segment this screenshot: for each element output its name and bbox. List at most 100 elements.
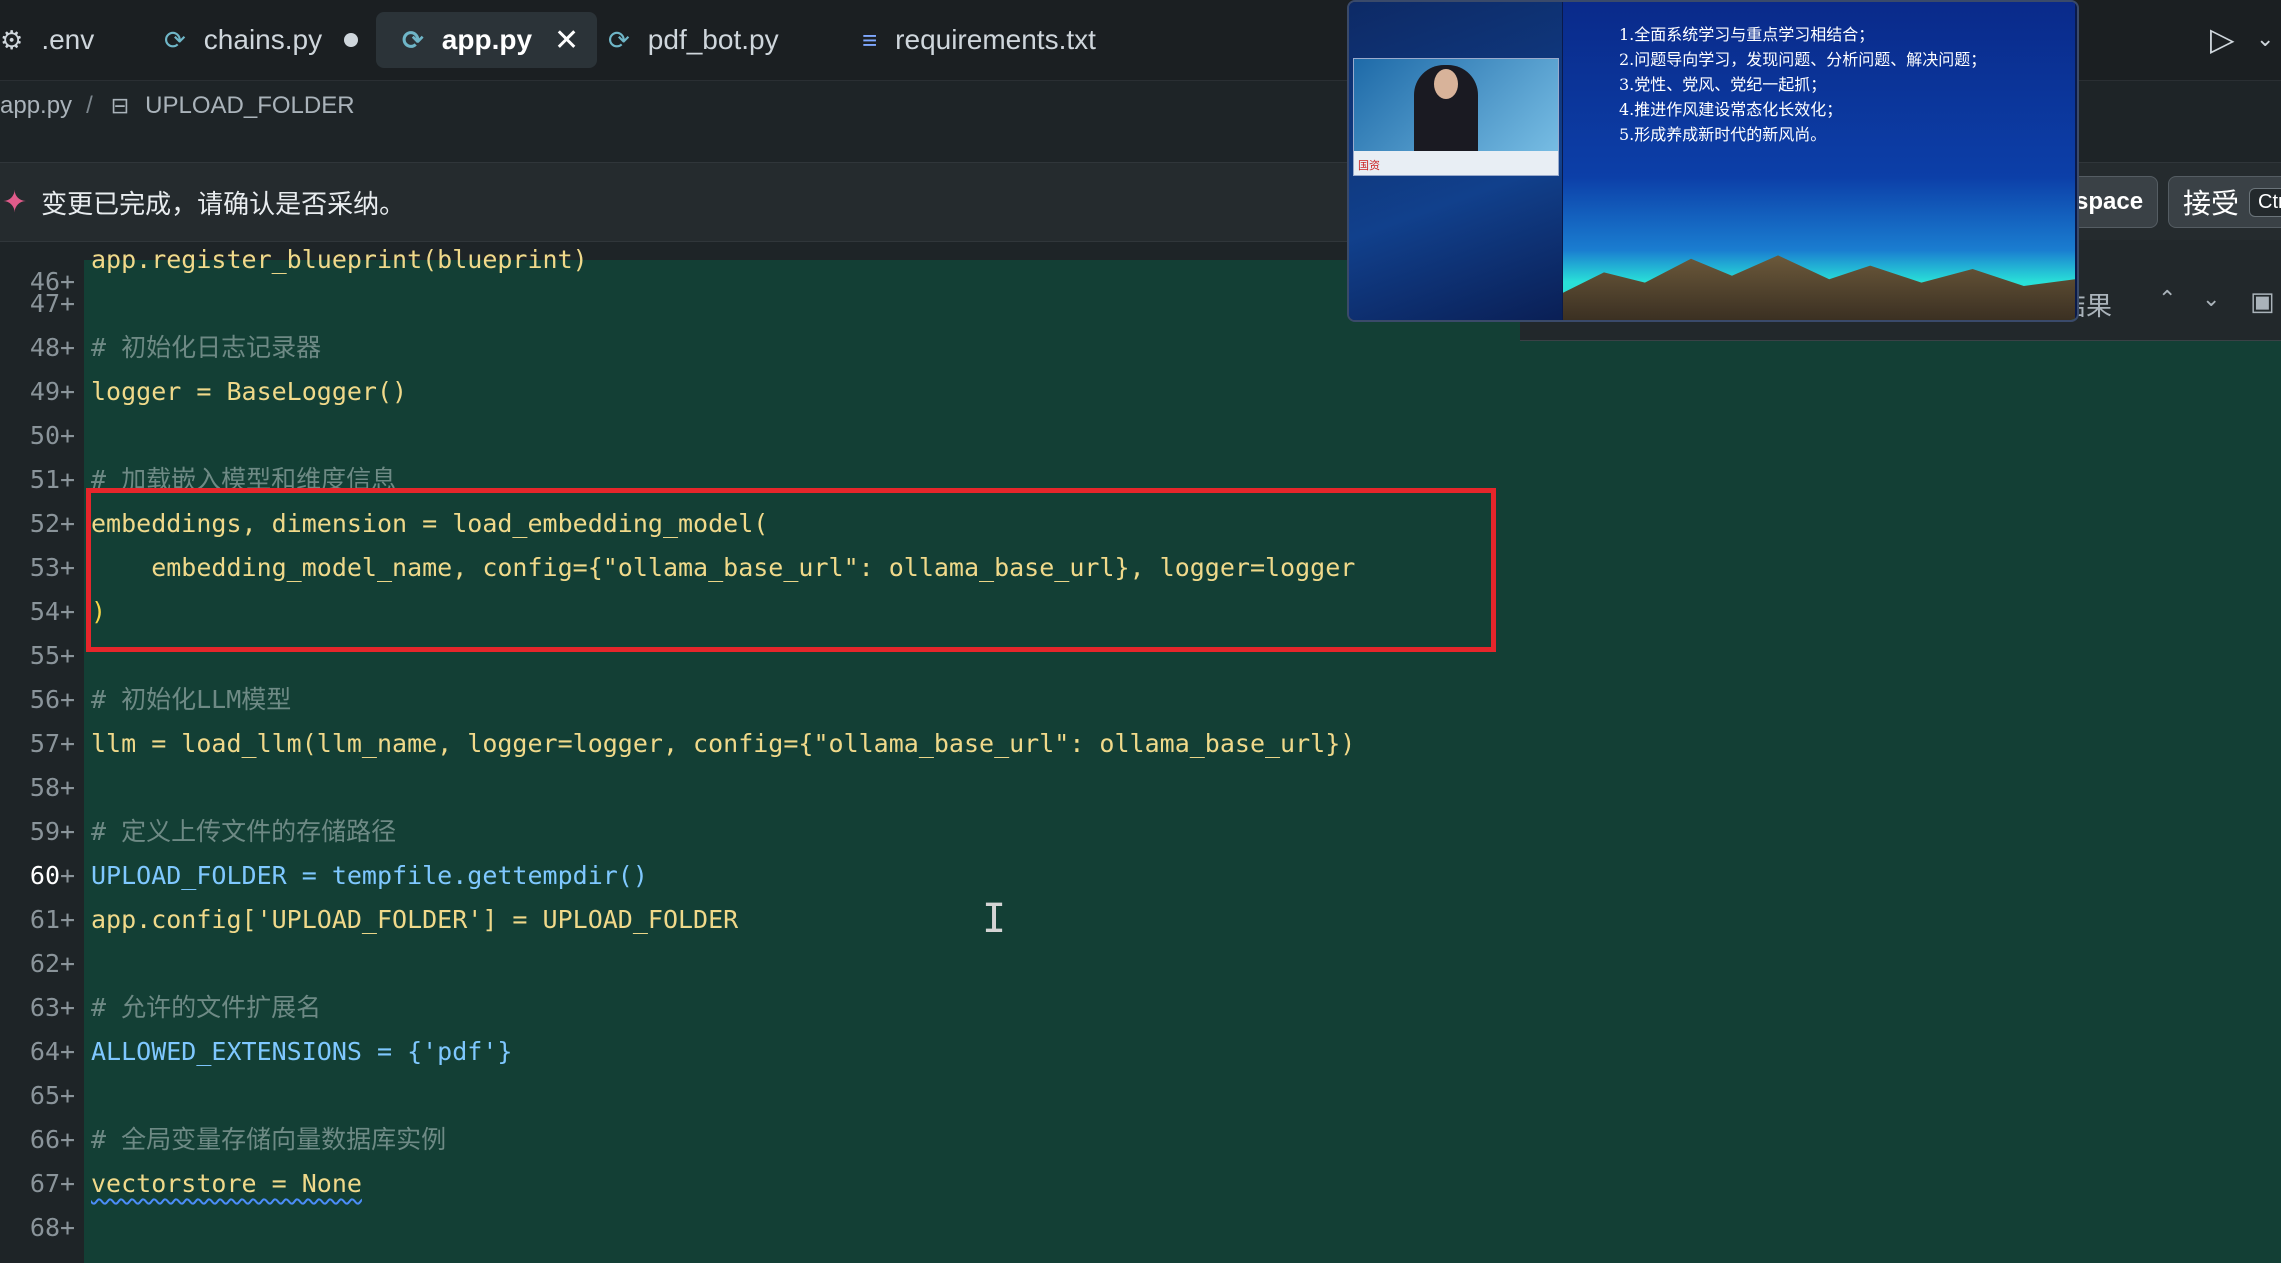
- speaker-thumbnail: 国资: [1353, 58, 1559, 176]
- code-line: 49 + logger = BaseLogger(): [0, 370, 2281, 414]
- tab-label: pdf_bot.py: [647, 24, 779, 55]
- code-text: llm = load_llm(llm_name, logger=logger, …: [91, 729, 1356, 758]
- line-number: 55: [29, 641, 60, 670]
- code-comment: # 全局变量存储向量数据库实例: [91, 1125, 447, 1154]
- line-number: 63: [29, 993, 60, 1022]
- line-number: 53: [29, 553, 60, 582]
- diff-marker: +: [60, 377, 76, 406]
- diff-marker: +: [60, 289, 76, 318]
- tab-env[interactable]: ⚙ .env: [0, 12, 94, 68]
- diff-marker: +: [60, 641, 76, 670]
- code-line-current: 60 + UPLOAD_FOLDER = tempfile.gettempdir…: [0, 854, 2281, 898]
- code-line: 63 + # 允许的文件扩展名: [0, 986, 2281, 1030]
- code-line: 59 + # 定义上传文件的存储路径: [0, 810, 2281, 854]
- accept-kbd: Ctr: [2249, 187, 2281, 217]
- line-number: 57: [29, 729, 60, 758]
- slide-line: 2.问题导向学习，发现问题、分析问题、解决问题；: [1619, 50, 1987, 69]
- close-icon[interactable]: ✕: [554, 23, 579, 58]
- code-text: app.config['UPLOAD_FOLDER'] = UPLOAD_FOL…: [91, 905, 739, 934]
- slide-line: 3.党性、党风、党纪一起抓；: [1619, 75, 1827, 94]
- chevron-up-icon[interactable]: ⌃: [2158, 286, 2176, 312]
- code-line: 58 +: [0, 766, 2281, 810]
- highlight-annotation-box: [86, 488, 1496, 652]
- tab-pdf-bot-py[interactable]: ⟳ pdf_bot.py: [608, 12, 779, 68]
- diff-marker: +: [60, 333, 76, 362]
- logo-badge: 国资: [1358, 160, 1380, 172]
- speaker-desk: [1354, 151, 1558, 175]
- python-icon: ⟳: [402, 24, 424, 55]
- line-number: 47: [29, 289, 60, 318]
- line-number: 58: [29, 773, 60, 802]
- line-number: 56: [29, 685, 60, 714]
- diff-marker: +: [60, 993, 76, 1022]
- line-number: 67: [29, 1169, 60, 1198]
- diff-marker: +: [60, 597, 76, 626]
- diff-marker: +: [60, 685, 76, 714]
- code-text: app.register_blueprint(blueprint): [91, 245, 588, 274]
- diff-marker: +: [60, 421, 76, 450]
- tab-requirements-txt[interactable]: ≡ requirements.txt: [862, 12, 1096, 68]
- code-line: 62 +: [0, 942, 2281, 986]
- code-line: 65 +: [0, 1074, 2281, 1118]
- chevron-down-icon[interactable]: ⌄: [2202, 286, 2220, 312]
- diff-marker: +: [60, 861, 76, 890]
- slide-line: 5.形成养成新时代的新风尚。: [1619, 125, 1827, 144]
- text-lines-icon: ≡: [862, 24, 878, 55]
- line-number: 49: [29, 377, 60, 406]
- breadcrumb-symbol[interactable]: UPLOAD_FOLDER: [145, 92, 354, 120]
- tab-chains-py[interactable]: ⟳ chains.py: [164, 12, 359, 68]
- code-line: 61 + app.config['UPLOAD_FOLDER'] = UPLOA…: [0, 898, 2281, 942]
- diff-marker: +: [60, 465, 76, 494]
- breadcrumb-file[interactable]: app.py: [0, 92, 72, 120]
- code-line: 50 +: [0, 414, 2281, 458]
- line-number: 51: [29, 465, 60, 494]
- gear-icon: ⚙: [0, 24, 24, 55]
- diff-marker: +: [60, 1037, 76, 1066]
- chevron-down-icon[interactable]: ⌄: [2256, 26, 2274, 52]
- diff-marker: +: [60, 1081, 76, 1110]
- diff-marker: +: [60, 1125, 76, 1154]
- unsaved-dot-icon: [344, 33, 359, 47]
- diff-marker: +: [60, 1169, 76, 1198]
- symbol-icon: ⊟: [110, 93, 130, 118]
- diff-marker: +: [60, 949, 76, 978]
- line-number: 59: [29, 817, 60, 846]
- tab-label: app.py: [441, 24, 533, 55]
- text-cursor-icon: I: [982, 896, 1007, 942]
- code-text: logger = BaseLogger(): [91, 377, 408, 406]
- sparkle-icon: ✦: [2, 185, 28, 219]
- diff-marker: +: [60, 817, 76, 846]
- accept-label: 接受: [2183, 188, 2240, 219]
- code-comment: # 允许的文件扩展名: [91, 993, 322, 1022]
- tab-app-py[interactable]: ⟳ app.py ✕: [376, 12, 598, 68]
- diff-marker: +: [60, 773, 76, 802]
- accept-button[interactable]: 接受 Ctr: [2168, 176, 2281, 228]
- line-number: 61: [29, 905, 60, 934]
- banner-message: 变更已完成，请确认是否采纳。: [41, 188, 406, 219]
- line-number: 60: [29, 861, 60, 890]
- line-number: 62: [29, 949, 60, 978]
- code-line: 64 + ALLOWED_EXTENSIONS = {'pdf'}: [0, 1030, 2281, 1074]
- line-number: 64: [29, 1037, 60, 1066]
- code-editor[interactable]: 46 + app.register_blueprint(blueprint) 4…: [0, 245, 2281, 1263]
- diff-marker: +: [60, 509, 76, 538]
- run-icon[interactable]: ▷: [2210, 20, 2235, 58]
- tab-label: chains.py: [203, 24, 323, 55]
- line-number: 50: [29, 421, 60, 450]
- video-overlay[interactable]: 国资 1.全面系统学习与重点学习相结合； 2.问题导向学习，发现问题、分析问题、…: [1347, 0, 2079, 322]
- code-text: vectorstore = None: [91, 1169, 362, 1198]
- line-number: 66: [29, 1125, 60, 1154]
- diff-marker: +: [60, 729, 76, 758]
- breadcrumb-separator: /: [86, 92, 93, 119]
- code-comment: # 初始化LLM模型: [91, 685, 292, 714]
- diff-marker: +: [60, 1213, 76, 1242]
- line-number: 65: [29, 1081, 60, 1110]
- tab-label: .env: [41, 24, 95, 55]
- speaker-face: [1434, 69, 1458, 99]
- slide-text: 1.全面系统学习与重点学习相结合； 2.问题导向学习，发现问题、分析问题、解决问…: [1619, 22, 1986, 147]
- find-in-selection-icon[interactable]: ▣: [2250, 286, 2275, 317]
- code-text: ALLOWED_EXTENSIONS = {'pdf'}: [91, 1037, 513, 1066]
- code-line: 56 + # 初始化LLM模型: [0, 678, 2281, 722]
- line-number: 52: [29, 509, 60, 538]
- line-number: 48: [29, 333, 60, 362]
